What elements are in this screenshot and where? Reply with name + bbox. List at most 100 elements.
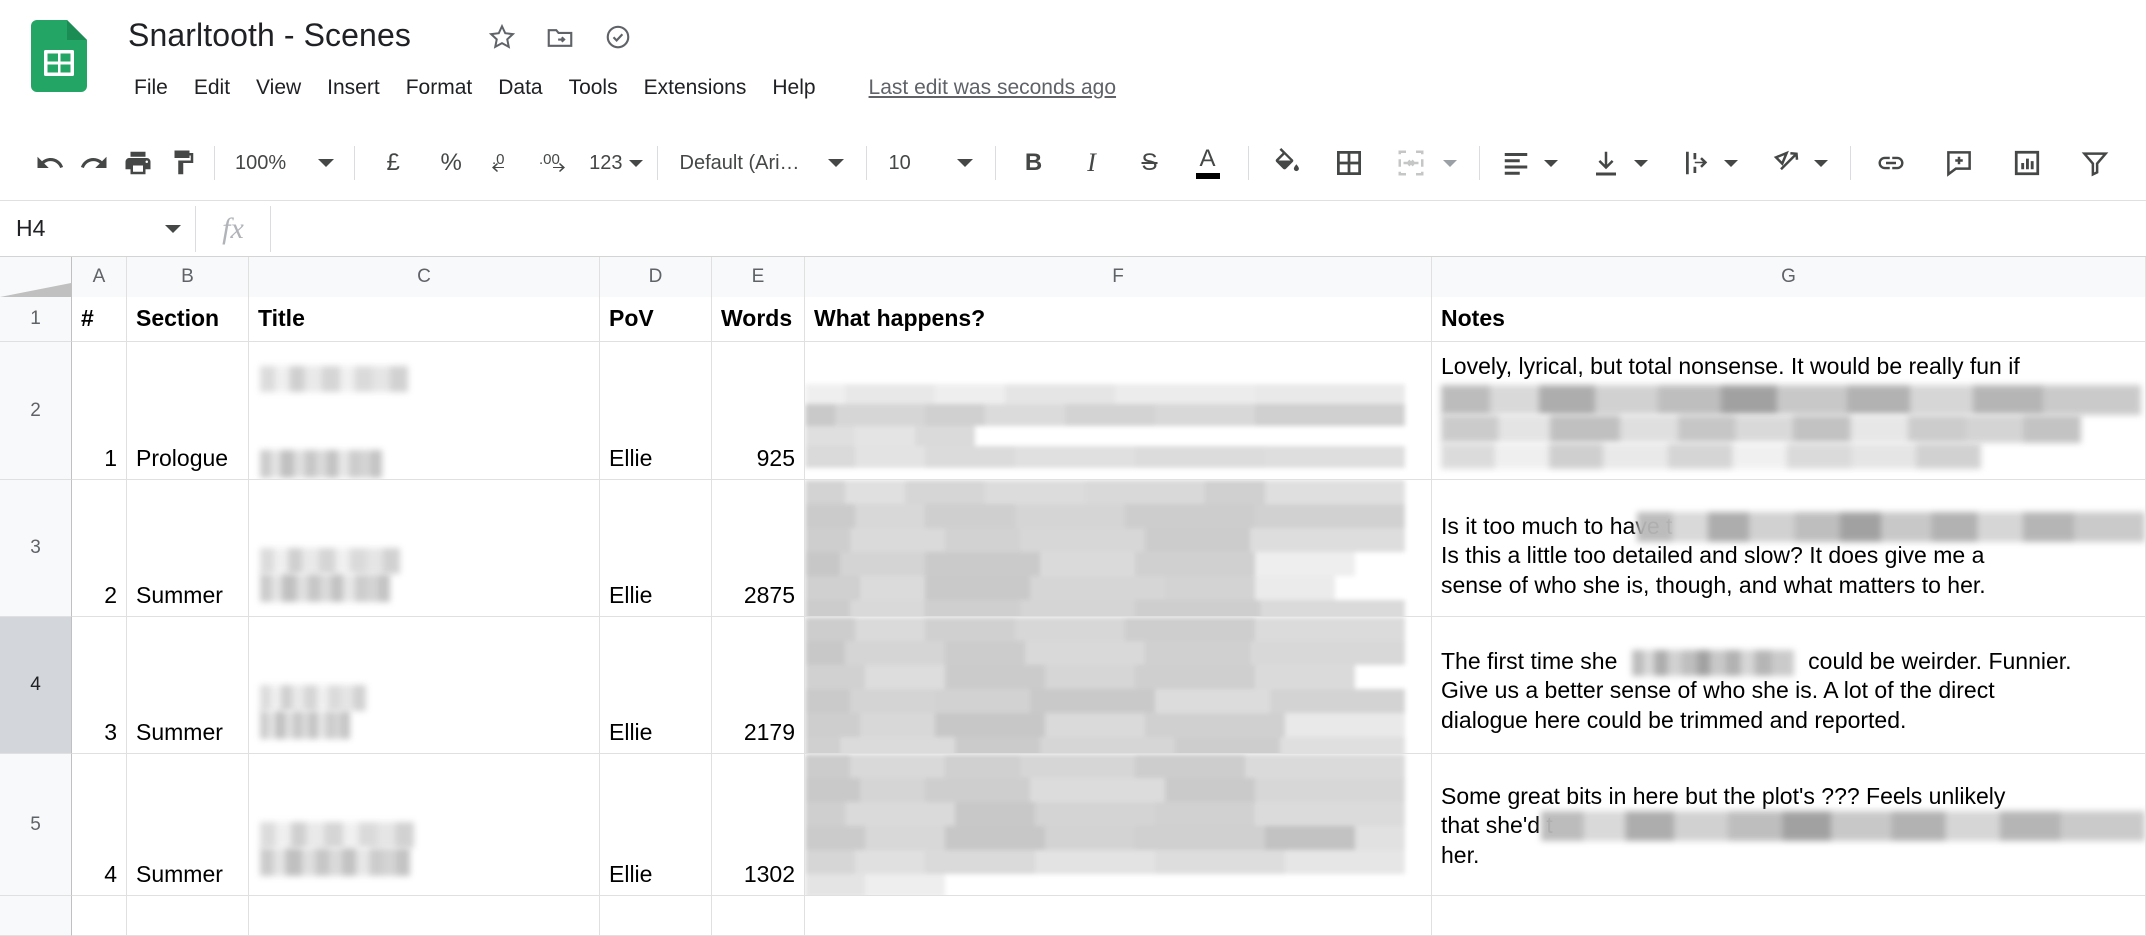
- cell-b3[interactable]: Summer: [127, 480, 249, 617]
- insert-comment-icon[interactable]: [1937, 141, 1981, 185]
- chevron-down-icon[interactable]: [165, 224, 181, 233]
- last-edit-status[interactable]: Last edit was seconds ago: [869, 72, 1117, 104]
- text-wrapping-selector[interactable]: [1674, 141, 1742, 185]
- menu-edit[interactable]: Edit: [181, 72, 243, 104]
- column-header-g[interactable]: G: [1432, 257, 2146, 297]
- cell-e1[interactable]: Words: [712, 297, 805, 342]
- column-header-a[interactable]: A: [72, 257, 127, 297]
- name-box[interactable]: H4: [0, 201, 195, 257]
- text-rotation-selector[interactable]: [1764, 141, 1832, 185]
- cell-f2[interactable]: [805, 342, 1432, 480]
- star-icon[interactable]: [487, 22, 517, 52]
- cell-d1[interactable]: PoV: [600, 297, 712, 342]
- fill-color-icon[interactable]: [1265, 141, 1309, 185]
- cell-e5[interactable]: 1302: [712, 754, 805, 896]
- formula-input[interactable]: [271, 201, 2146, 257]
- zoom-selector[interactable]: 100%: [225, 141, 344, 185]
- percent-format-button[interactable]: %: [429, 141, 473, 185]
- cell-c2[interactable]: [249, 342, 600, 480]
- cell-g3[interactable]: Is it too much to have t Is this a littl…: [1432, 480, 2146, 617]
- print-icon[interactable]: [116, 141, 160, 185]
- cell-c1[interactable]: Title: [249, 297, 600, 342]
- row-header-3[interactable]: 3: [0, 480, 72, 617]
- cell-b5[interactable]: Summer: [127, 754, 249, 896]
- cell-f4[interactable]: [805, 617, 1432, 754]
- chevron-down-icon[interactable]: [1442, 159, 1457, 167]
- document-title[interactable]: Snarltooth - Scenes: [128, 17, 411, 54]
- google-sheets-icon[interactable]: [31, 20, 87, 92]
- horizontal-align-icon[interactable]: [1494, 141, 1538, 185]
- cell-d4[interactable]: Ellie: [600, 617, 712, 754]
- cell-a6[interactable]: [72, 896, 127, 936]
- menu-tools[interactable]: Tools: [556, 72, 631, 104]
- menu-help[interactable]: Help: [759, 72, 828, 104]
- vertical-align-icon[interactable]: [1584, 141, 1628, 185]
- cell-d2[interactable]: Ellie: [600, 342, 712, 480]
- cell-g5[interactable]: Some great bits in here but the plot's ?…: [1432, 754, 2146, 896]
- row-header-2[interactable]: 2: [0, 342, 72, 480]
- text-rotation-icon[interactable]: [1764, 141, 1808, 185]
- menu-file[interactable]: File: [128, 72, 181, 104]
- redo-icon[interactable]: [72, 141, 116, 185]
- chevron-down-icon[interactable]: [1723, 159, 1738, 167]
- cloud-saved-icon[interactable]: [603, 22, 633, 52]
- insert-link-icon[interactable]: [1869, 141, 1913, 185]
- cell-d3[interactable]: Ellie: [600, 480, 712, 617]
- cell-c3[interactable]: [249, 480, 600, 617]
- undo-icon[interactable]: [28, 141, 72, 185]
- row-header-6[interactable]: [0, 896, 72, 936]
- menu-insert[interactable]: Insert: [314, 72, 393, 104]
- borders-icon[interactable]: [1327, 141, 1371, 185]
- column-header-e[interactable]: E: [712, 257, 805, 297]
- cell-g2[interactable]: Lovely, lyrical, but total nonsense. It …: [1432, 342, 2146, 480]
- cell-e3[interactable]: 2875: [712, 480, 805, 617]
- cell-e6[interactable]: [712, 896, 805, 936]
- row-header-5[interactable]: 5: [0, 754, 72, 896]
- cell-a2[interactable]: 1: [72, 342, 127, 480]
- vertical-align-selector[interactable]: [1584, 141, 1652, 185]
- bold-button[interactable]: B: [1012, 141, 1056, 185]
- cell-a5[interactable]: 4: [72, 754, 127, 896]
- cell-d6[interactable]: [600, 896, 712, 936]
- cell-g1[interactable]: Notes: [1432, 297, 2146, 342]
- cell-g4[interactable]: The first time she could be weirder. Fun…: [1432, 617, 2146, 754]
- cell-a3[interactable]: 2: [72, 480, 127, 617]
- column-header-c[interactable]: C: [249, 257, 600, 297]
- menu-extensions[interactable]: Extensions: [631, 72, 760, 104]
- merge-cells-icon[interactable]: [1389, 141, 1433, 185]
- row-header-4[interactable]: 4: [0, 617, 72, 754]
- column-header-b[interactable]: B: [127, 257, 249, 297]
- text-wrapping-icon[interactable]: [1674, 141, 1718, 185]
- cell-e2[interactable]: 925: [712, 342, 805, 480]
- insert-chart-icon[interactable]: [2005, 141, 2049, 185]
- cell-c4[interactable]: [249, 617, 600, 754]
- chevron-down-icon[interactable]: [1543, 159, 1558, 167]
- cell-a4[interactable]: 3: [72, 617, 127, 754]
- font-family-selector[interactable]: Default (Ari…: [668, 141, 856, 185]
- cell-d5[interactable]: Ellie: [600, 754, 712, 896]
- chevron-down-icon[interactable]: [1813, 159, 1828, 167]
- cell-b2[interactable]: Prologue: [127, 342, 249, 480]
- cell-c5[interactable]: [249, 754, 600, 896]
- increase-decimal-button[interactable]: .00: [535, 141, 579, 185]
- menu-data[interactable]: Data: [485, 72, 555, 104]
- cell-g6[interactable]: [1432, 896, 2146, 936]
- cell-b6[interactable]: [127, 896, 249, 936]
- move-to-folder-icon[interactable]: [545, 22, 575, 52]
- menu-view[interactable]: View: [243, 72, 314, 104]
- text-color-button[interactable]: A: [1186, 141, 1230, 185]
- strikethrough-button[interactable]: S: [1128, 141, 1172, 185]
- select-all-corner[interactable]: [0, 257, 72, 297]
- cell-f5[interactable]: [805, 754, 1432, 896]
- column-header-f[interactable]: F: [805, 257, 1432, 297]
- currency-format-button[interactable]: £: [371, 141, 415, 185]
- cell-e4[interactable]: 2179: [712, 617, 805, 754]
- column-header-d[interactable]: D: [600, 257, 712, 297]
- row-header-1[interactable]: 1: [0, 297, 72, 342]
- horizontal-align-selector[interactable]: [1494, 141, 1562, 185]
- number-format-selector[interactable]: 123: [589, 141, 646, 185]
- cell-b4[interactable]: Summer: [127, 617, 249, 754]
- create-filter-icon[interactable]: [2073, 141, 2117, 185]
- italic-button[interactable]: I: [1070, 141, 1114, 185]
- cell-f6[interactable]: [805, 896, 1432, 936]
